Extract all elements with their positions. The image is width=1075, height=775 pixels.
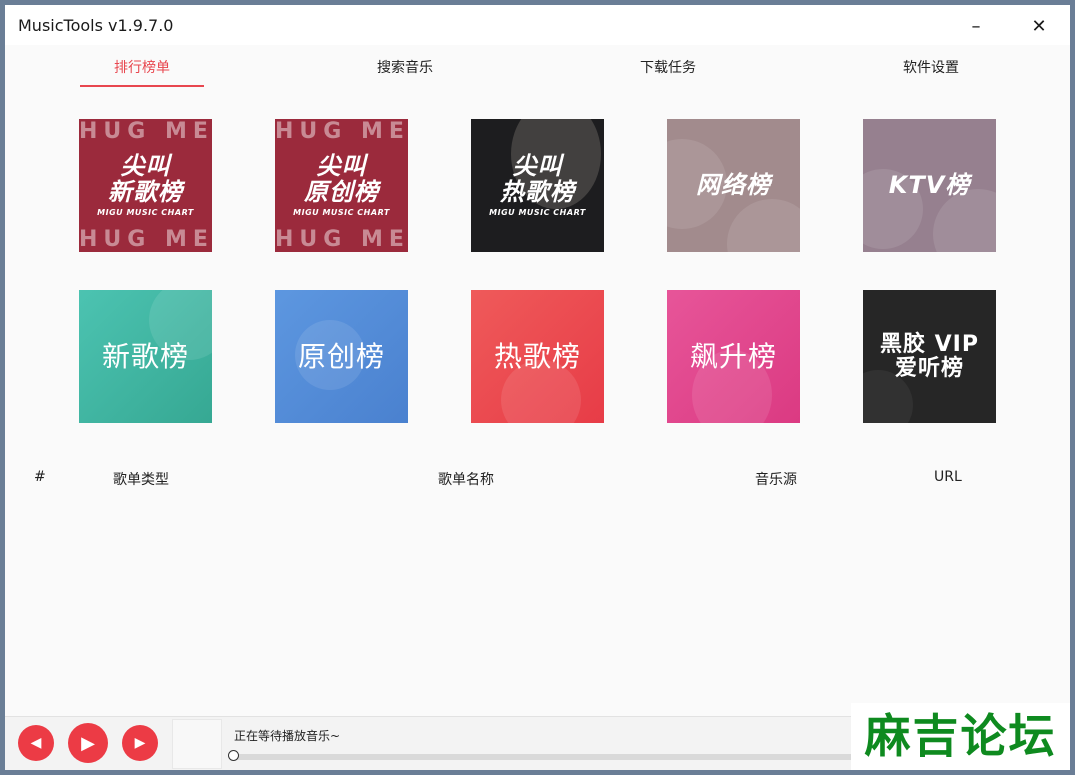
tile-title-line1: 黑胶 VIP — [880, 332, 979, 358]
chart-tile-hot[interactable]: 热歌榜 — [471, 290, 604, 423]
next-track-button[interactable]: ▶ — [122, 725, 158, 761]
skip-next-icon: ▶ — [134, 735, 146, 751]
tile-deco-text: HUG ME — [275, 227, 408, 252]
tab-downloads[interactable]: 下载任务 — [606, 57, 730, 91]
tile-title-line1: 网络榜 — [696, 170, 771, 199]
play-icon: ▶ — [81, 732, 95, 754]
tile-title-line2: 原创榜 — [304, 177, 379, 206]
column-index[interactable]: # — [34, 469, 46, 485]
column-url[interactable]: URL — [934, 469, 962, 485]
tile-title-line2: 热歌榜 — [500, 177, 575, 206]
tile-deco-text: HUG ME — [79, 119, 212, 144]
tile-title-line1: 尖叫 — [512, 152, 563, 181]
chart-tile-vinyl-vip[interactable]: 黑胶 VIP 爱听榜 — [863, 290, 996, 423]
app-title: MusicTools v1.9.7.0 — [18, 16, 174, 35]
tile-subtitle: MIGU MUSIC CHART — [489, 207, 586, 217]
app-window: MusicTools v1.9.7.0 – ✕ 排行榜单 搜索音乐 下载任务 软… — [5, 5, 1070, 770]
chart-tile-original[interactable]: 原创榜 — [275, 290, 408, 423]
skip-previous-icon: ◀ — [30, 735, 42, 751]
tile-deco-circle — [727, 199, 800, 252]
tile-subtitle: MIGU MUSIC CHART — [293, 207, 390, 217]
tab-charts[interactable]: 排行榜单 — [80, 57, 204, 91]
tile-title-line1: 尖叫 — [120, 152, 171, 181]
tile-title-line2: 爱听榜 — [894, 355, 964, 381]
tile-deco-text: HUG ME — [79, 227, 212, 252]
chart-tile-new[interactable]: 新歌榜 — [79, 290, 212, 423]
tile-title: 飙升榜 — [689, 339, 777, 373]
tab-settings[interactable]: 软件设置 — [869, 57, 993, 91]
tab-search[interactable]: 搜索音乐 — [343, 57, 467, 91]
forum-watermark: 麻吉论坛 — [851, 703, 1070, 770]
chart-tile-network[interactable]: 网络榜 — [667, 119, 800, 252]
column-music-source[interactable]: 音乐源 — [755, 469, 797, 489]
album-cover — [172, 719, 222, 769]
progress-handle[interactable] — [228, 750, 239, 761]
title-bar: MusicTools v1.9.7.0 – ✕ — [5, 5, 1070, 45]
playlist-table-body — [5, 495, 1070, 710]
minimize-button[interactable]: – — [953, 11, 999, 41]
playlist-table-header: # 歌单类型 歌单名称 音乐源 URL — [5, 467, 1070, 491]
chart-tile-migu-new[interactable]: HUG ME 尖叫 新歌榜 MIGU MUSIC CHART HUG ME — [79, 119, 212, 252]
chart-tile-ktv[interactable]: KTV榜 — [863, 119, 996, 252]
tile-title: 新歌榜 — [101, 339, 189, 373]
play-button[interactable]: ▶ — [68, 723, 108, 763]
tile-title-line1: KTV榜 — [888, 170, 971, 199]
tile-deco-text: HUG ME — [275, 119, 408, 144]
close-button[interactable]: ✕ — [1016, 11, 1062, 41]
now-playing-text: 正在等待播放音乐~ — [234, 729, 341, 743]
tile-title: 热歌榜 — [493, 339, 581, 373]
tile-subtitle: MIGU MUSIC CHART — [97, 207, 194, 217]
chart-tile-rising[interactable]: 飙升榜 — [667, 290, 800, 423]
tile-title-line2: 新歌榜 — [108, 177, 183, 206]
column-playlist-type[interactable]: 歌单类型 — [113, 469, 169, 489]
chart-tile-migu-original[interactable]: HUG ME 尖叫 原创榜 MIGU MUSIC CHART HUG ME — [275, 119, 408, 252]
previous-track-button[interactable]: ◀ — [18, 725, 54, 761]
progress-slider[interactable] — [228, 750, 859, 761]
chart-tile-migu-hot[interactable]: 尖叫 热歌榜 MIGU MUSIC CHART — [471, 119, 604, 252]
tile-title: 原创榜 — [297, 339, 385, 373]
column-playlist-name[interactable]: 歌单名称 — [438, 469, 494, 489]
main-tabs: 排行榜单 搜索音乐 下载任务 软件设置 — [5, 45, 1070, 95]
tile-title-line1: 尖叫 — [316, 152, 367, 181]
